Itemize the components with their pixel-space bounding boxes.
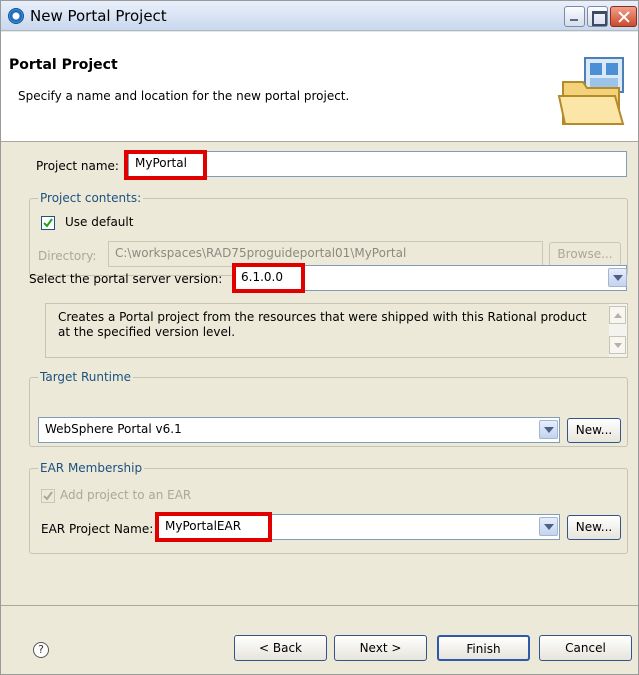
chevron-down-icon[interactable] xyxy=(539,517,558,536)
ear-project-name-highlight xyxy=(155,512,272,542)
footer-separator xyxy=(1,605,638,606)
next-button[interactable]: Next > xyxy=(334,635,427,661)
page-description: Specify a name and location for the new … xyxy=(18,89,350,103)
target-runtime-new-button[interactable]: New... xyxy=(567,418,621,443)
checkmark-icon xyxy=(43,218,53,228)
description-scrollbar[interactable] xyxy=(609,304,627,357)
cancel-button[interactable]: Cancel xyxy=(539,635,632,661)
project-contents-title: Project contents: xyxy=(38,191,144,205)
project-name-label: Project name: xyxy=(36,159,119,173)
page-title: Portal Project xyxy=(9,57,118,73)
portal-folder-icon xyxy=(557,57,625,125)
chevron-down-icon[interactable] xyxy=(539,420,558,439)
project-name-highlight xyxy=(124,150,207,180)
portal-version-description: Creates a Portal project from the resour… xyxy=(45,303,628,358)
portal-version-highlight xyxy=(232,263,305,293)
directory-input[interactable]: C:\workspaces\RAD75proguideportal01\MyPo… xyxy=(108,241,543,267)
target-runtime-select[interactable]: WebSphere Portal v6.1 xyxy=(38,417,560,443)
chevron-down-icon[interactable] xyxy=(608,268,627,287)
add-to-ear-label: Add project to an EAR xyxy=(60,488,192,502)
portal-version-label: Select the portal server version: xyxy=(29,272,223,286)
back-button[interactable]: < Back xyxy=(234,635,327,661)
window-title: New Portal Project xyxy=(30,7,167,25)
target-runtime-title: Target Runtime xyxy=(38,370,134,384)
use-default-label: Use default xyxy=(65,215,134,229)
add-to-ear-checkbox[interactable] xyxy=(41,489,55,503)
new-portal-project-dialog: New Portal Project Portal Project Specif… xyxy=(0,0,639,675)
finish-button[interactable]: Finish xyxy=(437,635,530,661)
minimize-button[interactable] xyxy=(564,6,585,27)
eclipse-app-icon xyxy=(8,8,24,24)
target-runtime-value: WebSphere Portal v6.1 xyxy=(45,422,182,436)
ear-project-name-label: EAR Project Name: xyxy=(41,522,154,536)
maximize-button[interactable] xyxy=(587,6,608,27)
directory-label: Directory: xyxy=(38,249,97,263)
close-button[interactable] xyxy=(610,6,637,27)
use-default-checkbox[interactable] xyxy=(41,216,55,230)
checkmark-icon xyxy=(43,491,53,501)
title-bar[interactable]: New Portal Project xyxy=(1,1,638,31)
browse-button[interactable]: Browse... xyxy=(549,242,621,267)
scroll-up-icon[interactable] xyxy=(609,306,626,324)
ear-membership-group xyxy=(29,468,628,554)
ear-membership-title: EAR Membership xyxy=(38,461,145,475)
scroll-down-icon[interactable] xyxy=(609,336,626,354)
wizard-header: Portal Project Specify a name and locati… xyxy=(1,32,638,142)
help-icon[interactable]: ? xyxy=(33,642,49,658)
ear-new-button[interactable]: New... xyxy=(567,515,621,540)
